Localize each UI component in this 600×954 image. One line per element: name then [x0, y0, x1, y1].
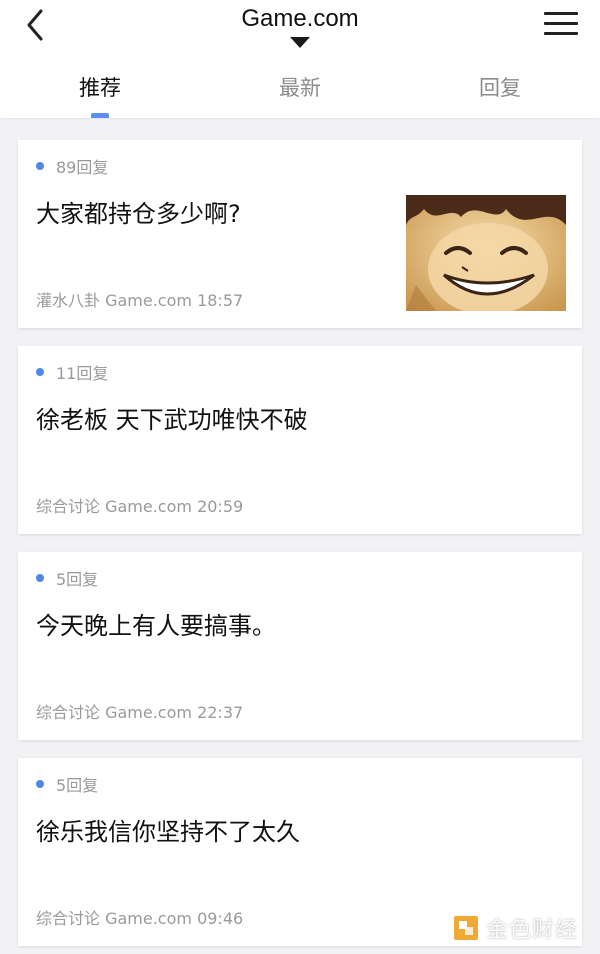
post-title: 徐老板 天下武功唯快不破: [36, 406, 308, 434]
tab-replies[interactable]: 回复: [400, 70, 600, 118]
tab-bar: 推荐 最新 回复: [0, 70, 600, 118]
tab-recommended[interactable]: 推荐: [0, 70, 200, 118]
post-card[interactable]: 11回复 徐老板 天下武功唯快不破 综合讨论 Game.com 20:59: [18, 346, 582, 534]
reply-count: 11回复: [36, 361, 108, 383]
page-title: Game.com: [241, 5, 359, 32]
post-title: 今天晚上有人要搞事。: [36, 612, 276, 640]
reply-dot-icon: [36, 574, 44, 582]
post-meta: 灌水八卦 Game.com 18:57: [36, 291, 244, 310]
post-card[interactable]: 89回复 大家都持仓多少啊? 灌水八卦 Game.com 18:57: [18, 140, 582, 328]
thumbnail-image: [406, 195, 566, 315]
back-button[interactable]: [18, 6, 52, 44]
reply-count: 5回复: [36, 567, 98, 589]
tab-latest[interactable]: 最新: [200, 70, 400, 118]
jinse-logo-icon: [454, 916, 478, 940]
reply-dot-icon: [36, 368, 44, 376]
post-thumbnail: [406, 195, 566, 315]
hamburger-menu-icon: [544, 12, 578, 15]
menu-icon-line: [544, 32, 578, 35]
reply-count-label: 89回复: [56, 158, 109, 177]
reply-count: 5回复: [36, 773, 98, 795]
reply-count-label: 11回复: [56, 364, 109, 383]
reply-count-label: 5回复: [56, 776, 99, 795]
post-title: 徐乐我信你坚持不了太久: [36, 818, 300, 846]
site-selector[interactable]: Game.com: [200, 0, 400, 58]
caret-down-icon: [290, 37, 310, 48]
reply-count: 89回复: [36, 155, 108, 177]
menu-button[interactable]: [544, 12, 578, 40]
post-meta: 综合讨论 Game.com 20:59: [36, 497, 244, 516]
reply-dot-icon: [36, 780, 44, 788]
menu-icon-line: [544, 22, 578, 25]
top-bar: Game.com 推荐 最新 回复: [0, 0, 600, 118]
reply-dot-icon: [36, 162, 44, 170]
post-title: 大家都持仓多少啊?: [36, 200, 241, 228]
watermark-text: 金色财经: [486, 918, 579, 943]
watermark: 金色财经: [452, 910, 592, 946]
reply-count-label: 5回复: [56, 570, 99, 589]
chevron-left-icon: [27, 9, 43, 41]
post-meta: 综合讨论 Game.com 09:46: [36, 909, 244, 928]
post-meta: 综合讨论 Game.com 22:37: [36, 703, 244, 722]
post-card[interactable]: 5回复 今天晚上有人要搞事。 综合讨论 Game.com 22:37: [18, 552, 582, 740]
